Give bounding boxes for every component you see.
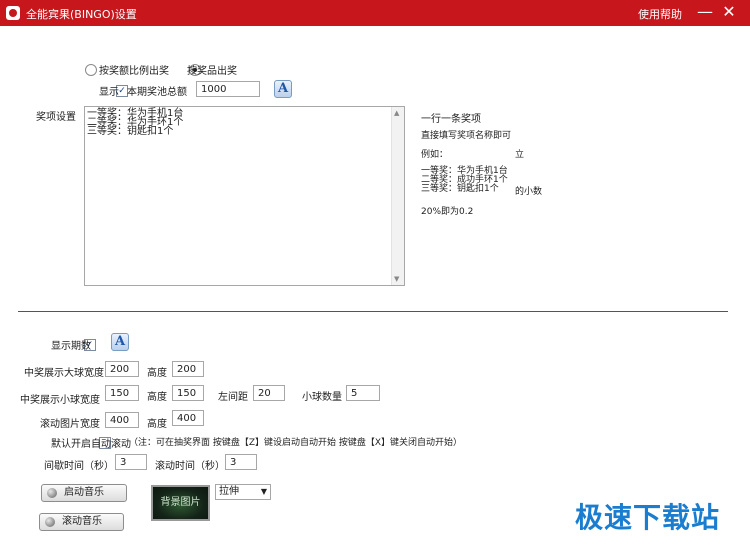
left-margin-label: 左间距 [218, 392, 248, 403]
scroll-time-label: 滚动时间（秒） [155, 461, 225, 472]
hint-line1: 一行一条奖项 [421, 114, 481, 125]
big-ball-height-input[interactable]: 200 [172, 361, 204, 377]
chevron-down-icon: ▼ [260, 487, 267, 496]
small-ball-width-input[interactable]: 150 [105, 385, 139, 401]
start-music-button[interactable]: 启动音乐 [41, 484, 127, 502]
display-label: 显示 [99, 87, 119, 98]
font-button-display[interactable]: A [274, 80, 292, 98]
help-link[interactable]: 使用帮助 [638, 6, 682, 22]
scroll-time-input[interactable]: 3 [225, 454, 257, 470]
hint-line2: 直接填写奖项名称即可 [421, 131, 512, 141]
auto-scroll-note: （注：可在抽奖界面 按键盘【Z】键设启动自动开始 按键盘【X】键关闭自动开始） [129, 438, 463, 448]
app-icon [6, 6, 20, 20]
pool-input[interactable]: 1000 [196, 81, 260, 97]
scroll-image-height-label: 高度 [147, 419, 167, 430]
small-ball-label: 中奖展示小球宽度 [20, 395, 100, 406]
ball-count-label: 小球数量 [302, 392, 342, 403]
scroll-music-label: 滚动音乐 [62, 516, 102, 527]
left-margin-input[interactable]: 20 [253, 385, 285, 401]
hint-example-char: 立 [515, 150, 525, 160]
prize-textarea[interactable]: 一等奖：华为手机1台 二等奖：华为手环1个 三等奖：钥匙扣1个 ▲ ▼ [84, 106, 405, 286]
big-ball-width-input[interactable]: 200 [105, 361, 139, 377]
textarea-scrollbar[interactable]: ▲ ▼ [391, 107, 404, 285]
radio-ratio-label[interactable]: 按奖额比例出奖 [99, 62, 169, 77]
scroll-image-width-input[interactable]: 400 [105, 412, 139, 428]
pool-label: 本期奖池总额 [127, 87, 187, 98]
prize-text: 一等奖：华为手机1台 二等奖：华为手环1个 三等奖：钥匙扣1个 [87, 108, 184, 137]
auto-scroll-label: 默认开启自动滚动 [51, 439, 131, 450]
close-button[interactable]: ✕ [719, 2, 739, 22]
window-title: 全能宾果(BINGO)设置 [26, 8, 137, 21]
scroll-image-height-input[interactable]: 400 [172, 410, 204, 426]
radio-prize-label[interactable]: 按奖品出奖 [187, 62, 237, 77]
section-divider [18, 311, 728, 312]
prize-settings-label: 奖项设置 [36, 112, 76, 123]
stretch-select[interactable]: 拉伸 ▼ [215, 484, 271, 500]
speaker-icon [45, 517, 55, 527]
font-button-period[interactable]: A [111, 333, 129, 351]
hint-line5: 20%即为0.2 [421, 207, 474, 217]
background-image-button[interactable]: 背景图片 [151, 485, 210, 521]
watermark-logo: 极速下载站 [575, 501, 721, 534]
title-bar: 全能宾果(BINGO)设置 使用帮助 — ✕ [0, 0, 750, 26]
show-period-label: 显示期数 [51, 341, 91, 352]
big-ball-label: 中奖展示大球宽度 [24, 368, 104, 379]
scroll-music-button[interactable]: 滚动音乐 [39, 513, 124, 531]
hint-example-label: 例如： [421, 150, 449, 160]
ball-count-input[interactable]: 5 [346, 385, 380, 401]
big-ball-height-label: 高度 [147, 368, 167, 379]
minimize-button[interactable]: — [695, 2, 715, 22]
radio-ratio-icon[interactable] [85, 64, 97, 76]
interval-label: 间歇时间（秒） [44, 461, 114, 472]
hint-example-tail: 的小数 [515, 187, 543, 197]
hint-example: 一等奖：华为手机1台 二等奖：成功手环1个 三等奖：钥匙扣1个 [421, 166, 508, 194]
scroll-image-label: 滚动图片宽度 [40, 419, 100, 430]
start-music-label: 启动音乐 [64, 487, 104, 498]
scroll-down-icon[interactable]: ▼ [394, 275, 399, 283]
scroll-up-icon[interactable]: ▲ [394, 109, 399, 117]
small-ball-height-label: 高度 [147, 392, 167, 403]
speaker-icon [47, 488, 57, 498]
stretch-select-value: 拉伸 [219, 486, 239, 497]
small-ball-height-input[interactable]: 150 [172, 385, 204, 401]
interval-input[interactable]: 3 [115, 454, 147, 470]
